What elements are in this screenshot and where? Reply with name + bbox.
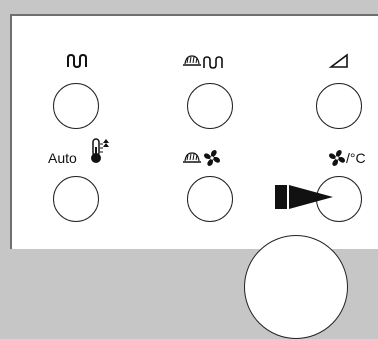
defrost-fan-button[interactable] — [187, 176, 233, 222]
fan-icon — [328, 149, 346, 167]
thermostat-icon — [90, 137, 112, 165]
defrost-fan-icon — [182, 149, 222, 167]
auto-label: Auto — [48, 150, 77, 166]
auto-button[interactable] — [53, 176, 99, 222]
remote-panel: Auto /°C — [10, 14, 378, 339]
large-round-button[interactable] — [244, 235, 348, 339]
heater-icon — [65, 53, 93, 69]
slope-button[interactable] — [316, 83, 362, 129]
defrost-heater-icon — [182, 52, 224, 70]
arrow-pointer-icon — [275, 183, 337, 211]
temp-unit-label: /°C — [346, 150, 366, 166]
heater-button[interactable] — [53, 83, 99, 129]
defrost-heater-button[interactable] — [187, 83, 233, 129]
slope-icon — [328, 53, 348, 68]
